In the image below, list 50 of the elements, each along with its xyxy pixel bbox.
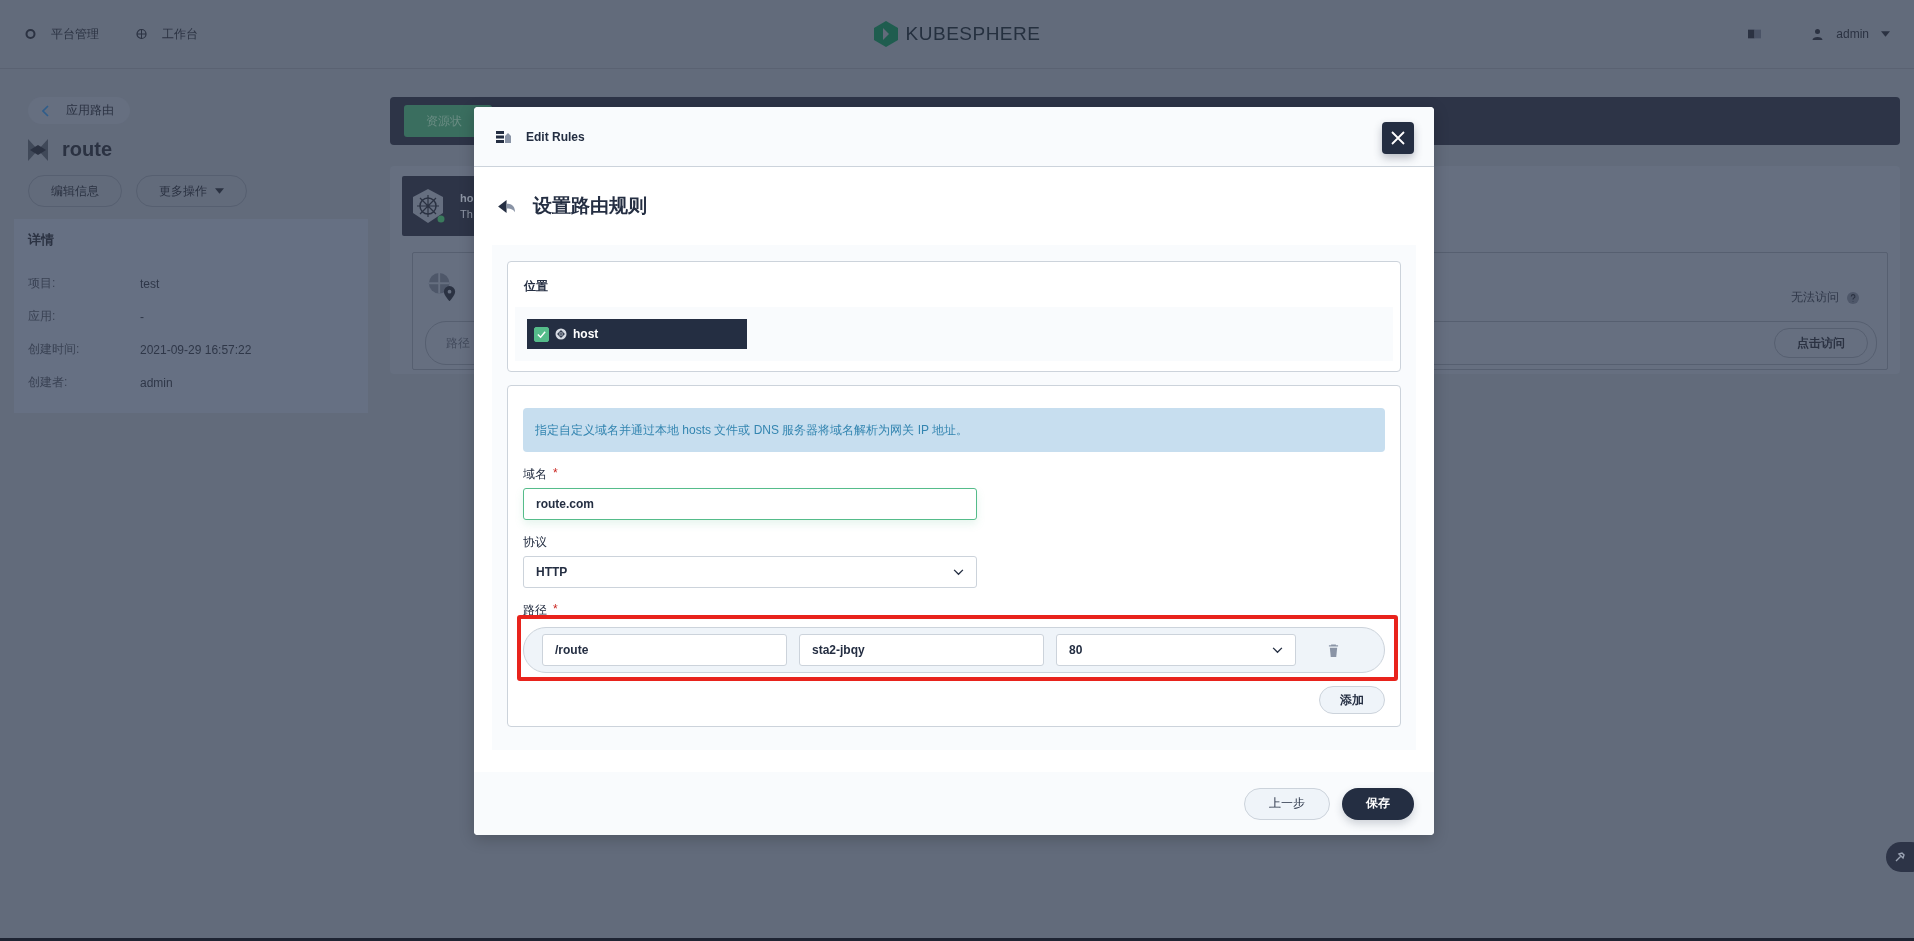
save-button[interactable]: 保存	[1342, 787, 1414, 820]
back-arrow-icon[interactable]	[498, 198, 517, 214]
port-select[interactable]: 80	[1056, 634, 1296, 666]
required-mark: *	[553, 466, 558, 482]
field-label: 路径	[523, 602, 547, 619]
previous-button[interactable]: 上一步	[1244, 787, 1330, 820]
info-banner: 指定自定义域名并通过本地 hosts 文件或 DNS 服务器将域名解析为网关 IP 地址。	[523, 408, 1385, 452]
cluster-description: Th	[460, 208, 474, 220]
add-button[interactable]: 添加	[1319, 686, 1385, 714]
cluster-option[interactable]: host	[527, 319, 747, 349]
hammer-icon	[1894, 851, 1906, 863]
logo-text: KUBESPHERE	[905, 23, 1041, 45]
details-title: 详情	[28, 231, 55, 249]
field-label: 域名	[523, 466, 547, 483]
chevron-down-icon	[953, 568, 964, 576]
required-mark: *	[553, 602, 558, 618]
caret-icon	[1881, 31, 1890, 37]
chevron-down-icon	[1272, 646, 1283, 654]
back-icon	[42, 104, 50, 117]
detail-value: admin	[140, 375, 173, 390]
globe-icon	[135, 28, 148, 40]
dialog-title: Edit Rules	[526, 129, 585, 144]
route-icon	[28, 138, 48, 161]
user-icon	[1811, 28, 1825, 40]
detail-value: 2021-09-29 16:57:22	[140, 342, 252, 357]
logo-icon	[873, 21, 898, 47]
delete-icon[interactable]	[1328, 643, 1339, 657]
path-input[interactable]: /route	[542, 634, 787, 666]
cluster-name: host	[573, 327, 599, 341]
rules-icon	[496, 130, 512, 143]
step-heading: 设置路由规则	[533, 194, 647, 218]
help-icon[interactable]	[1847, 291, 1859, 304]
checkbox[interactable]	[534, 326, 549, 342]
protocol-select[interactable]: HTTP	[523, 556, 977, 588]
check-icon	[536, 328, 547, 340]
panel-icon[interactable]	[1748, 28, 1762, 40]
globe-pin-icon	[427, 271, 457, 301]
detail-value: -	[140, 309, 144, 324]
detail-value: test	[140, 276, 160, 291]
service-input[interactable]: sta2-jbqy	[799, 634, 1044, 666]
resource-title: route	[62, 138, 112, 161]
close-button[interactable]	[1382, 122, 1414, 154]
field-label: 位置	[523, 278, 549, 295]
caret-icon	[215, 188, 224, 194]
field-label: 协议	[523, 534, 547, 551]
helm-icon	[555, 328, 567, 340]
close-icon	[1391, 131, 1405, 145]
domain-input[interactable]: route.com	[523, 488, 977, 520]
cluster-name: ho	[460, 192, 474, 204]
tool-button[interactable]	[1886, 842, 1914, 872]
